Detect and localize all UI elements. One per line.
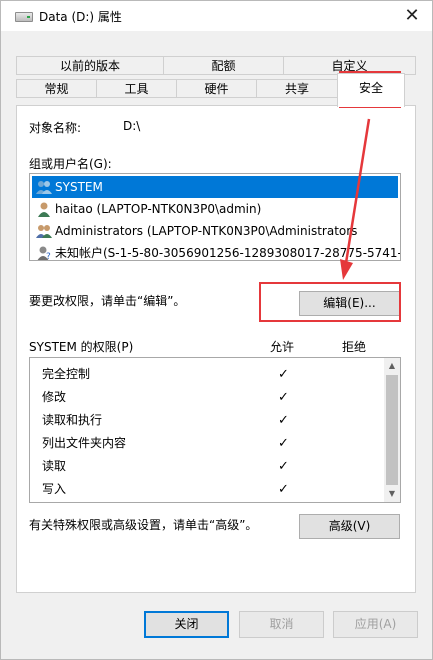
tab-security[interactable]: 安全 [337, 73, 405, 107]
properties-dialog: Data (D:) 属性 ✕ 以前的版本 配额 自定义 常规 工具 硬件 共享 … [0, 0, 433, 660]
